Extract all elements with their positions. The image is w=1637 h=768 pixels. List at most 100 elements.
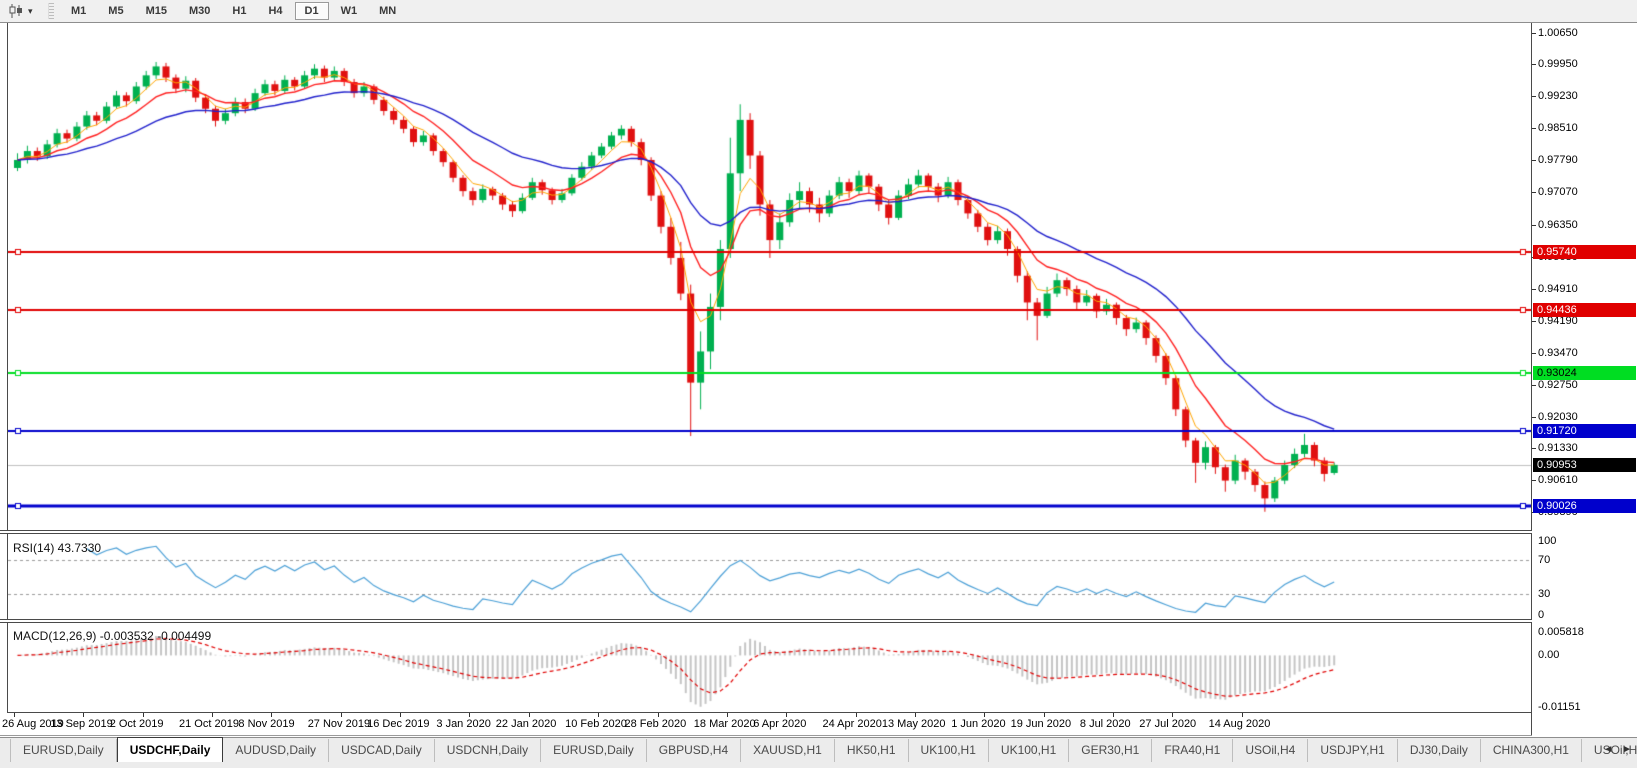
price-tick-label: 0.92030 xyxy=(1538,410,1578,423)
hline-price-label: 0.90026 xyxy=(1533,499,1636,514)
price-tick-mark xyxy=(1532,128,1536,130)
macd-pane-label: MACD(12,26,9) -0.003532 -0.004499 xyxy=(13,629,212,643)
time-tick-label: 10 Feb 2020 xyxy=(565,718,627,730)
time-tick-mark xyxy=(83,713,85,717)
time-tick-label: 13 Sep 2019 xyxy=(50,718,113,730)
time-tick-mark xyxy=(598,713,600,717)
price-tick-label: 0.99950 xyxy=(1538,58,1578,71)
current-price-label: 0.90953 xyxy=(1533,457,1636,472)
timeframe-button-H1[interactable]: H1 xyxy=(222,2,256,20)
price-tick-mark xyxy=(1532,288,1536,290)
hline-price-label: 0.93024 xyxy=(1533,365,1636,380)
price-tick-label: 0.92750 xyxy=(1538,378,1578,391)
time-tick-label: 6 Apr 2020 xyxy=(753,718,807,730)
time-tick-label: 21 Oct 2019 xyxy=(179,718,239,730)
timeframe-button-M30[interactable]: M30 xyxy=(179,2,220,20)
trading-terminal-window: ▾ M1M5M15M30H1H4D1W1MN ▼USDCHF,Daily0.90… xyxy=(0,0,1637,768)
time-tick-label: 22 Jan 2020 xyxy=(495,718,557,730)
macd-tick-label: -0.01151 xyxy=(1538,701,1581,714)
hline-price-label: 0.94436 xyxy=(1533,302,1636,317)
price-tick-mark xyxy=(1532,416,1536,418)
timeframe-buttons: M1 M5 M15 M30 H1 H4 D1 W1 MN xyxy=(60,2,407,20)
macd-tick-label: 0.005818 xyxy=(1538,626,1584,638)
timeframe-button-M5[interactable]: M5 xyxy=(98,2,133,20)
price-tick-label: 0.97070 xyxy=(1538,186,1578,199)
chart-tab-usdchf-daily[interactable]: USDCHF,Daily xyxy=(116,737,224,762)
time-tick-label: 18 Mar 2020 xyxy=(693,718,756,730)
timeframe-button-H4[interactable]: H4 xyxy=(258,2,292,20)
timeframe-button-W1[interactable]: W1 xyxy=(331,2,368,20)
time-tick-mark xyxy=(400,713,402,717)
price-tick-mark xyxy=(1532,384,1536,386)
price-tick-mark xyxy=(1532,192,1536,194)
time-tick-label: 13 May 2020 xyxy=(881,718,946,730)
timeframe-toolbar: ▾ M1 M5 M15 M30 H1 H4 D1 W1 MN xyxy=(0,0,1637,23)
chart-tab-uk100-h1[interactable]: UK100,H1 xyxy=(989,739,1070,762)
time-tick-mark xyxy=(212,713,213,717)
plot-left-border xyxy=(7,23,8,736)
timeframe-button-D1[interactable]: D1 xyxy=(294,2,329,20)
price-tick-label: 0.91330 xyxy=(1538,442,1578,455)
time-tick-label: 16 Dec 2019 xyxy=(367,718,430,730)
time-tick-mark xyxy=(657,713,659,717)
time-tick-label: 8 Jul 2020 xyxy=(1079,718,1131,730)
window-bottom-border xyxy=(0,735,1637,736)
time-tick-mark xyxy=(528,713,530,717)
hline-price-label: 0.91720 xyxy=(1533,423,1636,438)
chart-tab-china300-h1[interactable]: CHINA300,H1 xyxy=(1481,739,1582,762)
macd-indicator-canvas[interactable] xyxy=(8,624,1532,712)
candlestick-chart-icon[interactable] xyxy=(6,3,26,19)
rsi-indicator-canvas[interactable] xyxy=(8,535,1532,619)
price-axis[interactable]: 1.00650 0.99950 0.99230 0.98510 0.97790 0.970… xyxy=(1532,23,1637,736)
time-tick-label: 28 Feb 2020 xyxy=(624,718,687,730)
chart-tab-usdcnh-daily[interactable]: USDCNH,Daily xyxy=(435,739,542,762)
time-tick-mark xyxy=(1112,713,1114,717)
chevron-down-icon[interactable]: ▾ xyxy=(28,6,40,17)
chart-tabs: EURUSD,Daily USDCHF,Daily AUDUSD,Daily USDC… xyxy=(0,737,1637,762)
rsi-macd-splitter[interactable] xyxy=(0,619,1637,623)
time-tick-mark xyxy=(914,713,916,717)
chart-tab-eurusd-daily[interactable]: EURUSD,Daily xyxy=(541,739,647,762)
price-tick-label: 0.97790 xyxy=(1538,154,1578,167)
price-tick-label: 0.90610 xyxy=(1538,474,1578,487)
chart-tab-dj30-daily[interactable]: DJ30,Daily xyxy=(1398,739,1481,762)
time-tick-label: 8 Nov 2019 xyxy=(238,718,295,730)
time-tick-mark xyxy=(1172,713,1174,717)
timeframe-button-M1[interactable]: M1 xyxy=(61,2,96,20)
chart-tab-xauusd-h1[interactable]: XAUUSD,H1 xyxy=(741,739,835,762)
chart-tab-usdjpy-h1[interactable]: USDJPY,H1 xyxy=(1308,739,1398,762)
chart-tab-hk50-h1[interactable]: HK50,H1 xyxy=(835,739,909,762)
timeframe-button-MN[interactable]: MN xyxy=(369,2,406,20)
time-tick-label: 27 Jul 2020 xyxy=(1139,718,1197,730)
chart-rsi-splitter[interactable] xyxy=(0,530,1637,534)
chart-tab-fra40-h1[interactable]: FRA40,H1 xyxy=(1152,739,1234,762)
timeframe-button-M15[interactable]: M15 xyxy=(136,2,177,20)
chart-tab-eurusd-daily[interactable]: EURUSD,Daily xyxy=(10,739,117,762)
tab-scroll-arrows: ◄ ► xyxy=(1597,744,1632,755)
chart-tab-uk100-h1[interactable]: UK100,H1 xyxy=(909,739,989,762)
time-axis[interactable]: 26 Aug 2019 13 Sep 2019 2 Oct 2019 21 Oct 2… xyxy=(0,713,1530,735)
price-chart-canvas[interactable] xyxy=(8,24,1532,531)
chart-tab-audusd-daily[interactable]: AUDUSD,Daily xyxy=(223,739,330,762)
time-tick-mark xyxy=(1043,713,1045,717)
chart-tab-bar: EURUSD,Daily USDCHF,Daily AUDUSD,Daily USDC… xyxy=(0,737,1637,768)
tab-scroll-left-icon[interactable]: ◄ xyxy=(1603,744,1613,755)
chart-tab-gbpusd-h4[interactable]: GBPUSD,H4 xyxy=(647,739,742,762)
time-tick-label: 24 Apr 2020 xyxy=(822,718,882,730)
tab-scroll-right-icon[interactable]: ► xyxy=(1622,744,1632,755)
time-tick-mark xyxy=(1241,713,1243,717)
time-tick-label: 2 Oct 2019 xyxy=(109,718,164,730)
rsi-tick-label: 100 xyxy=(1538,535,1557,547)
time-tick-mark xyxy=(786,713,788,717)
price-tick-label: 1.00650 xyxy=(1538,27,1578,40)
chart-tab-usoil-h4[interactable]: USOil,H4 xyxy=(1233,739,1309,762)
rsi-pane-label: RSI(14) 43.7330 xyxy=(13,541,102,555)
chart-tab-ger30-h1[interactable]: GER30,H1 xyxy=(1069,739,1153,762)
toolbar-drag-grip[interactable] xyxy=(48,3,54,19)
time-tick-mark xyxy=(340,713,342,717)
price-tick-mark xyxy=(1532,96,1536,98)
time-tick-mark xyxy=(142,713,144,717)
price-tick-mark xyxy=(1532,448,1536,450)
price-tick-label: 0.96350 xyxy=(1538,218,1578,231)
chart-tab-usdcad-daily[interactable]: USDCAD,Daily xyxy=(329,739,435,762)
